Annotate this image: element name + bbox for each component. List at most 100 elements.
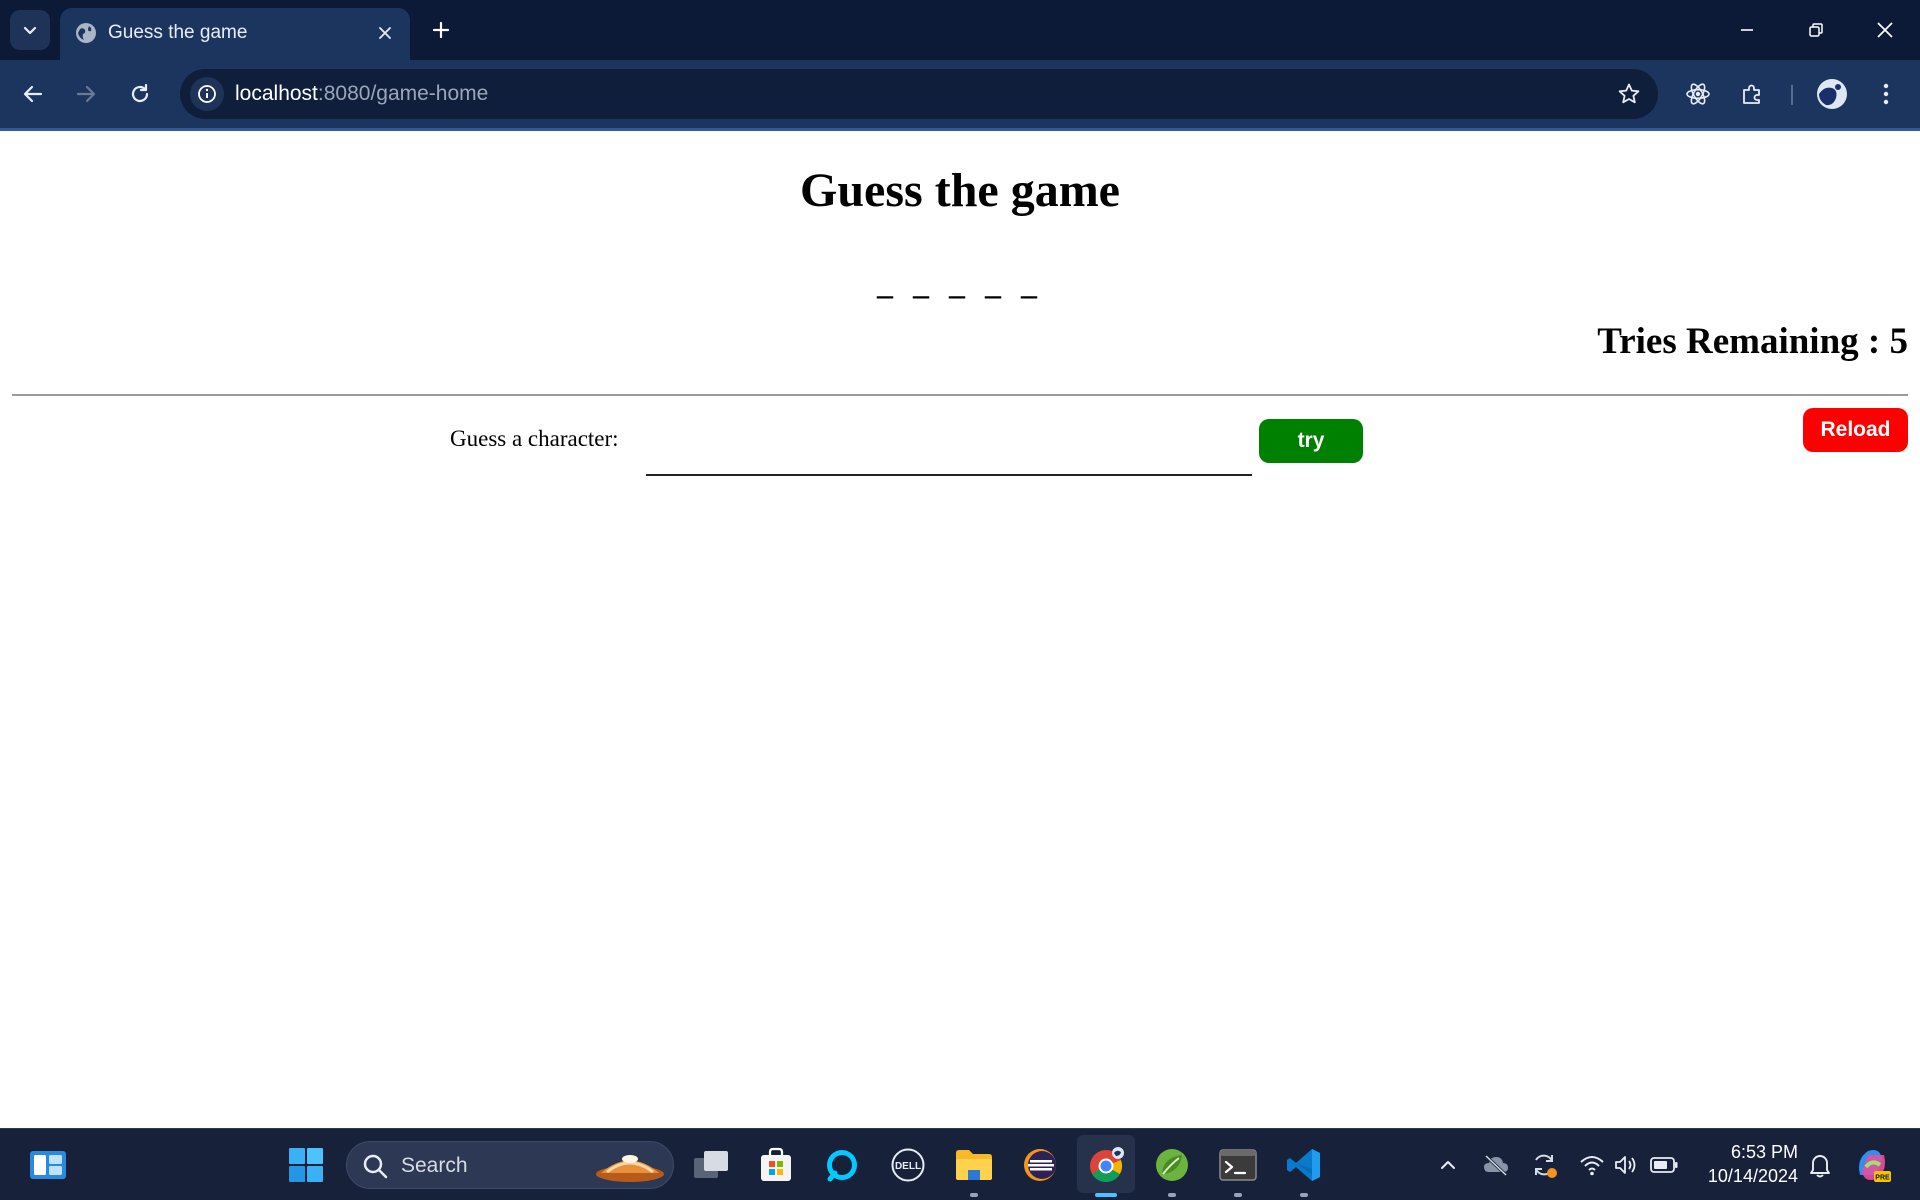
back-button[interactable] (13, 74, 53, 114)
url-text: localhost:8080/game-home (235, 82, 488, 106)
url-host: localhost (235, 82, 318, 105)
browser-titlebar: Guess the game (0, 0, 1920, 60)
svg-text:DELL: DELL (895, 1161, 921, 1172)
alexa-icon (827, 1150, 857, 1182)
start-button[interactable] (284, 1143, 328, 1187)
reload-page-button[interactable] (120, 74, 160, 114)
chevron-up-icon (1441, 1161, 1455, 1169)
url-path: :8080/game-home (317, 82, 489, 105)
site-info-button[interactable] (190, 77, 224, 111)
react-devtools-extension[interactable] (1678, 74, 1718, 114)
vscode-icon (1287, 1149, 1320, 1181)
tab-title: Guess the game (108, 22, 248, 43)
taskbar: Search DELL 6:53 PM 10/14/2024 PRE (0, 1128, 1920, 1200)
close-icon (1877, 22, 1893, 38)
extensions-button[interactable] (1732, 74, 1772, 114)
sync-icon (1535, 1154, 1557, 1178)
taskbar-search[interactable]: Search (346, 1141, 674, 1189)
search-icon (363, 1154, 388, 1179)
file-explorer-icon (956, 1150, 992, 1180)
onedrive-tray[interactable] (1480, 1149, 1512, 1181)
pie-icon (596, 1155, 664, 1182)
close-icon (379, 27, 391, 39)
chrome-button[interactable] (1084, 1143, 1128, 1197)
try-button[interactable]: try (1259, 419, 1363, 463)
battery-icon (1650, 1157, 1678, 1173)
new-tab-button[interactable] (423, 12, 459, 48)
copilot-button[interactable]: PRE (1852, 1145, 1892, 1185)
browser-toolbar: localhost:8080/game-home (0, 60, 1920, 128)
star-icon (1618, 83, 1640, 104)
wifi-tray[interactable] (1576, 1149, 1608, 1181)
microsoft-store-icon (761, 1147, 791, 1181)
avatar-icon (1817, 79, 1847, 109)
dell-app-button[interactable]: DELL (886, 1143, 930, 1187)
address-bar[interactable]: localhost:8080/game-home (180, 69, 1658, 119)
clock-time: 6:53 PM (1730, 1142, 1798, 1162)
task-view-button[interactable] (689, 1143, 733, 1187)
clock-date: 10/14/2024 (1707, 1166, 1798, 1186)
running-indicator (1234, 1193, 1242, 1197)
volume-icon (1615, 1156, 1636, 1174)
more-vertical-icon (1883, 83, 1889, 105)
eclipse-icon (1024, 1149, 1056, 1181)
eclipse-button[interactable] (1018, 1143, 1062, 1187)
profile-avatar[interactable] (1812, 74, 1852, 114)
horizontal-rule (12, 394, 1908, 396)
task-view-icon (694, 1151, 728, 1178)
dell-icon: DELL (891, 1148, 925, 1182)
close-window-button[interactable] (1860, 10, 1910, 50)
browser-tab[interactable]: Guess the game (60, 8, 410, 60)
copilot-icon: PRE (1859, 1150, 1891, 1182)
spring-tools-icon (1156, 1149, 1188, 1181)
browser-menu-button[interactable] (1866, 74, 1906, 114)
widgets-icon (30, 1151, 66, 1179)
tab-close-button[interactable] (372, 20, 398, 46)
tries-remaining: Tries Remaining : 5 (1597, 321, 1908, 362)
minimize-icon (1741, 29, 1753, 31)
reload-button[interactable]: Reload (1803, 408, 1908, 452)
spring-tools-button[interactable] (1150, 1143, 1194, 1197)
puzzle-icon (1743, 84, 1760, 104)
windows-start-icon (289, 1148, 323, 1182)
running-indicator (1168, 1193, 1176, 1197)
microsoft-store-button[interactable] (754, 1143, 798, 1187)
forward-button[interactable] (66, 74, 106, 114)
terminal-button[interactable] (1216, 1143, 1260, 1197)
cloud-off-icon (1484, 1154, 1508, 1176)
minimize-button[interactable] (1722, 10, 1772, 50)
active-indicator (1095, 1193, 1117, 1197)
page-content: Guess the game _ _ _ _ _ Tries Remaining… (0, 131, 1920, 1128)
sync-tray[interactable] (1528, 1149, 1560, 1181)
refresh-icon (131, 83, 149, 103)
restore-button[interactable] (1791, 10, 1841, 50)
tab-search-button[interactable] (10, 10, 50, 50)
alexa-button[interactable] (820, 1143, 864, 1187)
widgets-button[interactable] (26, 1143, 70, 1187)
info-icon (198, 85, 216, 103)
vscode-button[interactable] (1282, 1143, 1326, 1197)
globe-icon (76, 23, 96, 43)
notifications-button[interactable] (1804, 1149, 1836, 1181)
chevron-down-icon (23, 26, 37, 35)
volume-tray[interactable] (1610, 1149, 1642, 1181)
battery-tray[interactable] (1648, 1149, 1680, 1181)
file-explorer-button[interactable] (952, 1143, 996, 1197)
running-indicator (970, 1193, 978, 1197)
chrome-icon (1090, 1147, 1124, 1183)
svg-text:PRE: PRE (1875, 1175, 1890, 1182)
system-clock[interactable]: 6:53 PM 10/14/2024 (1694, 1140, 1798, 1188)
arrow-right-icon (76, 85, 96, 103)
page-title: Guess the game (800, 164, 1120, 217)
plus-icon (432, 21, 450, 39)
guess-label: Guess a character: (450, 426, 619, 451)
guess-input[interactable] (646, 414, 1252, 476)
running-indicator (1300, 1193, 1308, 1197)
arrow-left-icon (23, 85, 43, 103)
show-hidden-icons-button[interactable] (1432, 1149, 1464, 1181)
wifi-icon (1580, 1156, 1604, 1176)
toolbar-divider (1791, 85, 1793, 105)
terminal-icon (1219, 1149, 1257, 1181)
bookmark-button[interactable] (1614, 79, 1644, 109)
react-icon (1686, 83, 1710, 105)
